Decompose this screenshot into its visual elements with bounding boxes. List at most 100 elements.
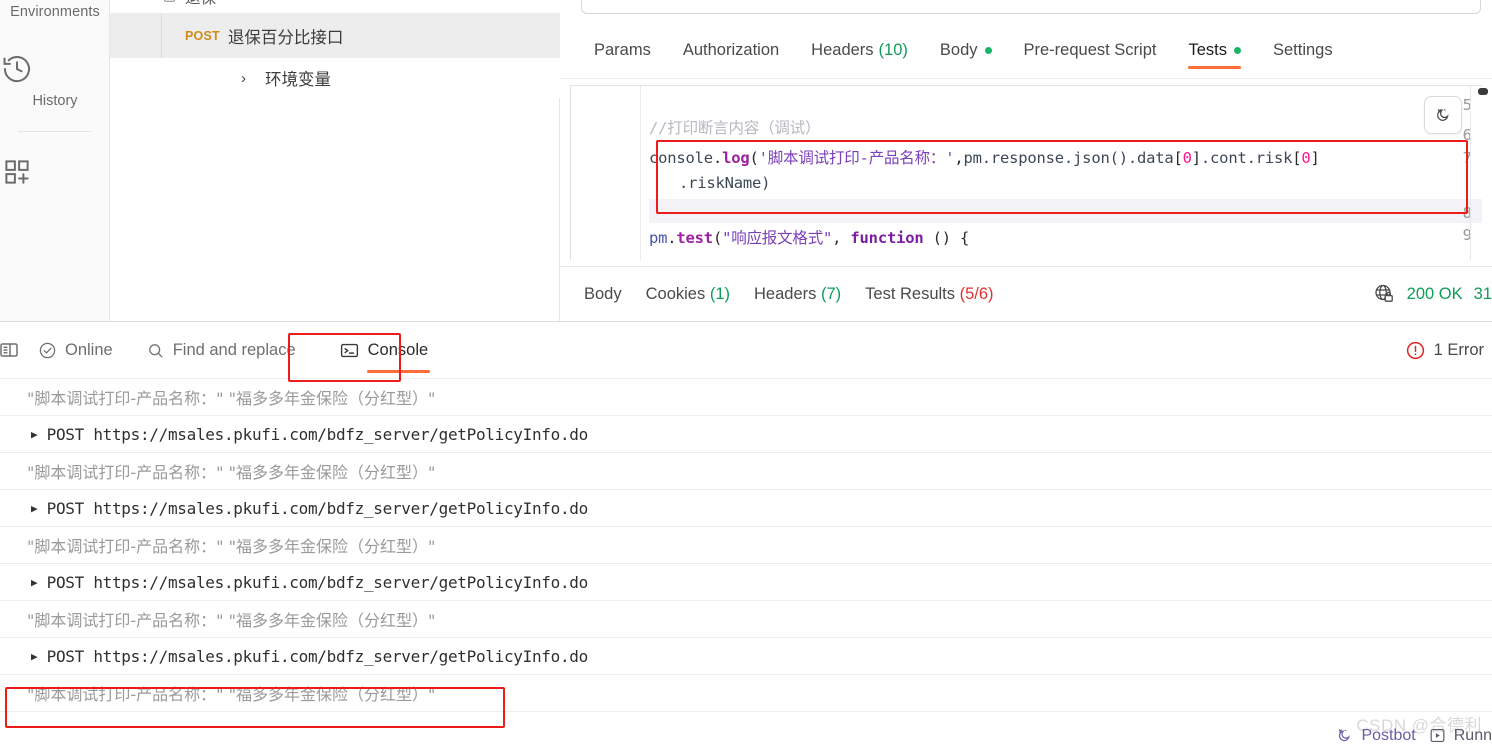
editor-vertical-scrollbar[interactable]: [1478, 88, 1488, 95]
log-row-method: POST: [46, 424, 85, 444]
code-token-tail: () {: [923, 229, 970, 247]
log-row-url: https://msales.pkufi.com/bdfz_server/get…: [93, 498, 588, 518]
history-clock-icon: [0, 52, 110, 86]
response-tab-test-results-count: (5/6): [959, 284, 994, 303]
expand-triangle-icon[interactable]: ▶: [31, 576, 38, 589]
log-row[interactable]: ▶ POST https://msales.pkufi.com/bdfz_ser…: [0, 490, 1492, 527]
error-circle-icon: [1405, 340, 1426, 361]
terminal-icon: [339, 340, 360, 361]
request-row-partial-label: 退保: [185, 0, 216, 8]
log-row[interactable]: [0, 368, 1492, 379]
code-token-test: test: [676, 229, 713, 247]
response-tab-body[interactable]: Body: [572, 285, 634, 304]
editor-right-edge: [1470, 85, 1471, 260]
log-row[interactable]: "脚本调试打印-产品名称：" "福多多年金保险（分红型）": [0, 379, 1492, 416]
tab-body[interactable]: Body: [924, 28, 1008, 72]
console-button-label: Console: [367, 340, 429, 359]
response-tab-cookies-count: (1): [709, 284, 730, 303]
expand-triangle-icon[interactable]: ▶: [31, 650, 38, 663]
tab-headers-count: (10): [878, 40, 908, 59]
tab-params[interactable]: Params: [578, 28, 667, 72]
console-button[interactable]: Console: [339, 340, 431, 373]
request-row-selected[interactable]: POST 退保百分比接口: [110, 13, 560, 58]
log-row[interactable]: ▶ POST https://msales.pkufi.com/bdfz_ser…: [0, 416, 1492, 453]
response-tab-headers-label: Headers: [754, 284, 817, 303]
apps-grid-add-icon: [0, 155, 110, 189]
url-input[interactable]: [581, 0, 1481, 14]
footer-bar: CSDN @合德利 Postbot Runn: [0, 716, 1492, 748]
tab-settings[interactable]: Settings: [1257, 28, 1349, 72]
request-tabs-separator: [560, 78, 1492, 79]
log-row[interactable]: ▶ POST https://msales.pkufi.com/bdfz_ser…: [0, 564, 1492, 601]
response-tabs-bar: Body Cookies (1) Headers (7) Test Result…: [560, 267, 1492, 321]
expand-triangle-icon[interactable]: ▶: [31, 428, 38, 441]
tab-authorization-label: Authorization: [682, 40, 780, 59]
response-tab-test-results-label: Test Results: [865, 284, 956, 303]
console-panel: Online Find and replace Console 1 Error …: [0, 322, 1492, 748]
tests-code-editor[interactable]: 5 6 7 8 9 //打印断言内容（调试） console.log('脚本调试…: [570, 85, 1482, 260]
log-row[interactable]: ▶ POST https://msales.pkufi.com/bdfz_ser…: [0, 638, 1492, 675]
tab-settings-label: Settings: [1272, 40, 1333, 59]
request-row-partial[interactable]: 退保: [110, 0, 560, 13]
code-token-pm: pm: [649, 229, 668, 247]
find-and-replace-button[interactable]: Find and replace: [146, 341, 296, 360]
response-meta: 200 OK 31: [1372, 267, 1492, 321]
tab-headers-label: Headers: [811, 40, 874, 59]
code-token-bracket: ]: [1310, 149, 1320, 167]
code-token-paren: (: [712, 229, 723, 247]
response-tab-cookies[interactable]: Cookies (1): [634, 285, 742, 304]
tab-body-label: Body: [939, 40, 978, 59]
rail-divider: [18, 131, 92, 132]
runner-button-label: Runn: [1453, 726, 1492, 744]
tab-params-label: Params: [594, 40, 651, 59]
tab-headers[interactable]: Headers (10): [795, 28, 924, 72]
response-tab-headers[interactable]: Headers (7): [742, 285, 853, 304]
console-status-online[interactable]: Online: [38, 341, 113, 360]
tab-pre-request-script[interactable]: Pre-request Script: [1008, 28, 1173, 72]
log-row-text: "脚本调试打印-产品名称：" "福多多年金保险（分红型）": [27, 611, 436, 630]
log-row-url: https://msales.pkufi.com/bdfz_server/get…: [93, 572, 588, 592]
request-row-partial-inner: 退保: [162, 0, 216, 8]
postbot-button[interactable]: Postbot: [1335, 726, 1416, 745]
code-token-console: console: [649, 149, 713, 167]
log-row-highlighted[interactable]: "脚本调试打印-产品名称：" "福多多年金保险（分红型）": [0, 675, 1492, 712]
tree-item-env-variables[interactable]: › 环境变量: [110, 58, 560, 98]
request-list: 退保 POST 退保百分比接口 › 环境变量: [110, 0, 560, 322]
request-method-badge: POST: [185, 28, 220, 43]
response-time: 31: [1473, 284, 1492, 303]
editor-postbot-button[interactable]: [1424, 96, 1462, 134]
search-icon: [146, 341, 165, 360]
sidebar-item-history[interactable]: History: [0, 52, 110, 110]
log-row[interactable]: "脚本调试打印-产品名称：" "福多多年金保险（分红型）": [0, 453, 1492, 490]
log-row[interactable]: "脚本调试打印-产品名称：" "福多多年金保险（分红型）": [0, 601, 1492, 638]
log-row[interactable]: "脚本调试打印-产品名称：" "福多多年金保险（分红型）": [0, 527, 1492, 564]
tab-authorization[interactable]: Authorization: [667, 28, 795, 72]
request-row-gutter: [110, 13, 162, 58]
tab-tests-dot-indicator: [1233, 46, 1241, 54]
code-token-chain1: pm.response.json().data: [963, 149, 1174, 167]
response-tab-test-results[interactable]: Test Results (5/6): [853, 285, 1005, 304]
error-badge-label: 1 Error: [1433, 340, 1484, 359]
find-and-replace-label: Find and replace: [172, 340, 296, 359]
code-token-paren: (: [749, 149, 759, 167]
log-row-request: POST https://msales.pkufi.com/bdfz_serve…: [47, 498, 589, 518]
sidebar-item-apps[interactable]: [0, 155, 110, 195]
tab-tests[interactable]: Tests: [1172, 28, 1257, 72]
editor-line-6-comment: //打印断言内容（调试）: [649, 119, 821, 137]
code-token-number: 0: [1182, 149, 1192, 167]
editor-line-7: console.log('脚本调试打印-产品名称：',pm.response.j…: [649, 146, 1320, 168]
expand-triangle-icon[interactable]: ▶: [31, 502, 38, 515]
tab-tests-active-underline: [1188, 66, 1241, 69]
code-token-function-keyword: function: [850, 229, 924, 247]
console-log-list[interactable]: "脚本调试打印-产品名称：" "福多多年金保险（分红型）" ▶ POST htt…: [0, 368, 1492, 748]
sidebar-toggle-button[interactable]: [0, 338, 22, 362]
response-tab-headers-count: (7): [820, 284, 842, 303]
check-circle-icon: [38, 341, 57, 360]
response-tab-cookies-label: Cookies: [645, 284, 706, 303]
log-row-text: "脚本调试打印-产品名称：" "福多多年金保险（分红型）": [27, 463, 436, 482]
response-status-code: 200 OK: [1406, 284, 1463, 303]
globe-lock-icon: [1372, 282, 1396, 306]
editor-line-9: pm.test("响应报文格式", function () {: [649, 226, 969, 248]
runner-button[interactable]: Runn: [1428, 726, 1492, 745]
log-row-request: POST https://msales.pkufi.com/bdfz_serve…: [46, 424, 589, 444]
